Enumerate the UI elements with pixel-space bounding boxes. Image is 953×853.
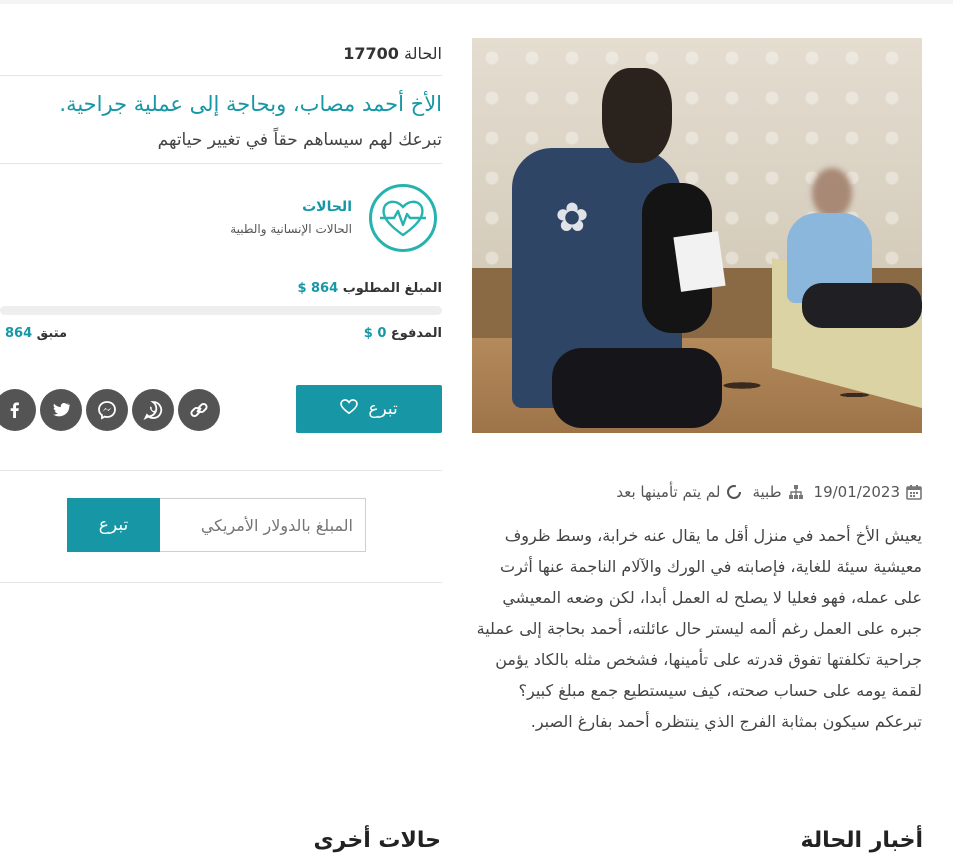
remaining-amount: متبق 864 <box>5 326 67 341</box>
case-number-label: الحالة <box>404 44 442 63</box>
link-icon[interactable] <box>178 389 220 431</box>
donate-button-label: تبرع <box>368 399 398 419</box>
divider <box>0 582 442 583</box>
facebook-icon[interactable] <box>0 389 36 431</box>
date-item: 19/01/2023 <box>814 483 922 501</box>
other-cases-heading: حالات أخرى <box>313 828 441 853</box>
required-amount: المبلغ المطلوب 864 $ <box>297 281 442 296</box>
type-item: طبية <box>752 483 803 501</box>
case-description: يعيش الأخ أحمد في منزل أقل ما يقال عنه خ… <box>476 526 922 731</box>
case-date: 19/01/2023 <box>813 483 900 501</box>
case-subtitle: تبرعك لهم سيساهم حقاً في تغيير حياتهم <box>157 130 442 150</box>
category-subtitle: الحالات الإنسانية والطبية <box>230 222 352 236</box>
amount-input[interactable] <box>160 498 366 552</box>
sitemap-icon <box>788 484 804 500</box>
amount-donate-button[interactable]: تبرع <box>67 498 160 552</box>
top-bar <box>0 0 953 4</box>
remaining-value: 864 <box>5 326 33 341</box>
heart-icon <box>340 398 359 420</box>
twitter-icon[interactable] <box>40 389 82 431</box>
paid-value: 0 $ <box>363 326 387 341</box>
divider <box>0 470 442 471</box>
case-title: الأخ أحمد مصاب، وبحاجة إلى عملية جراحية. <box>59 92 442 116</box>
spinner-icon <box>726 484 742 500</box>
case-photo: ✿ <box>472 38 922 433</box>
donate-button[interactable]: تبرع <box>296 385 442 433</box>
messenger-icon[interactable] <box>86 389 128 431</box>
case-type: طبية <box>752 483 782 501</box>
calendar-icon <box>906 484 922 500</box>
paid-amount: المدفوع 0 $ <box>364 326 442 341</box>
paid-label: المدفوع <box>390 326 442 341</box>
divider <box>0 75 442 76</box>
case-status: لم يتم تأمينها بعد <box>616 483 721 501</box>
funding-progress-bar <box>0 306 442 315</box>
required-value: 864 $ <box>297 281 339 296</box>
category-title[interactable]: الحالات <box>302 199 352 215</box>
required-label: المبلغ المطلوب <box>342 281 442 296</box>
divider <box>0 163 442 164</box>
remaining-label: متبق <box>36 326 68 341</box>
case-number: الحالة 17700 <box>343 44 442 63</box>
status-item: لم يتم تأمينها بعد <box>616 483 742 501</box>
case-news-heading: أخبار الحالة <box>800 828 923 853</box>
case-number-value: 17700 <box>343 44 399 63</box>
whatsapp-icon[interactable] <box>132 389 174 431</box>
case-meta: 19/01/2023 طبية لم يتم تأمينها بعد <box>500 480 922 504</box>
heartbeat-icon[interactable] <box>369 184 437 252</box>
